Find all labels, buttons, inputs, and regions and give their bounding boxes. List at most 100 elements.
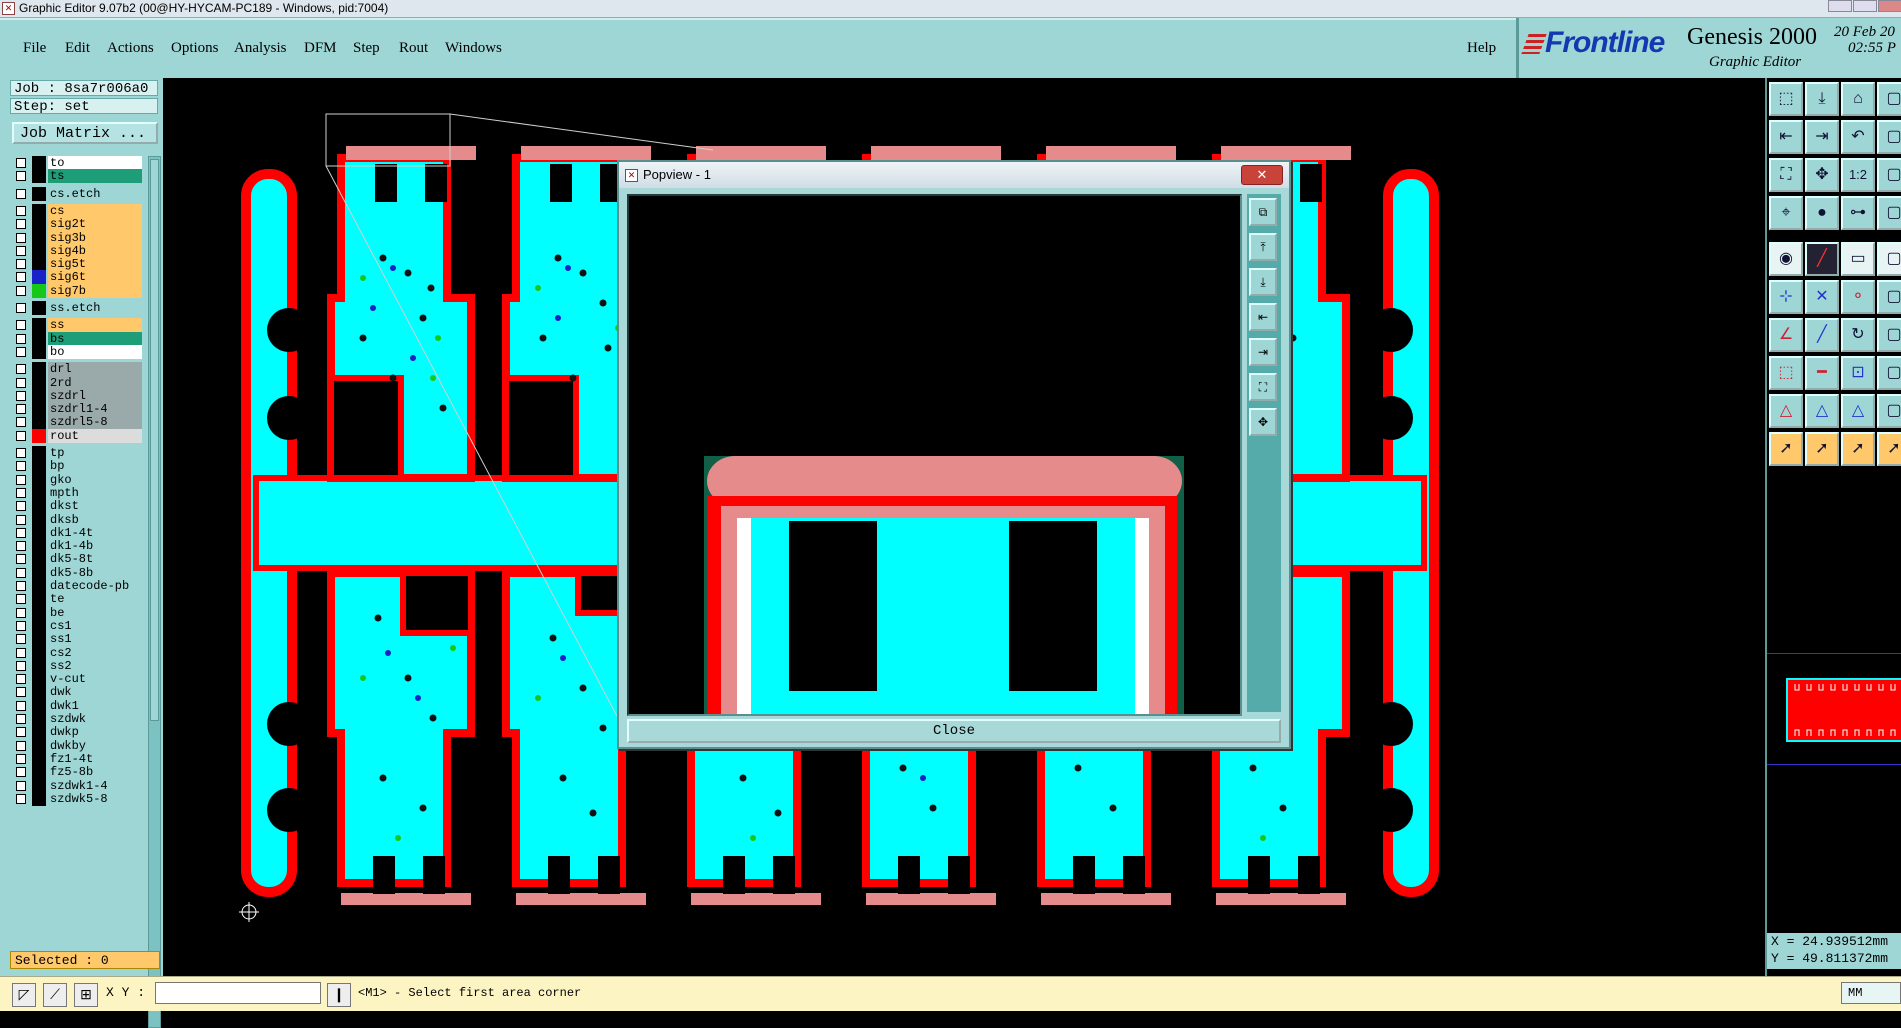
menu-windows[interactable]: Windows bbox=[445, 40, 502, 57]
layer-name[interactable]: bp bbox=[48, 459, 142, 474]
angle-icon[interactable]: ∠ bbox=[1769, 318, 1803, 352]
layer-name[interactable]: te bbox=[48, 592, 142, 607]
layer-checkbox[interactable] bbox=[16, 674, 26, 685]
layer-name[interactable]: dk1-4t bbox=[48, 525, 142, 540]
layer-color-swatch[interactable] bbox=[32, 362, 46, 377]
pointer-4-icon[interactable]: ➚ bbox=[1877, 432, 1901, 466]
layer-row[interactable]: dk1-4t bbox=[12, 525, 148, 540]
layer-name[interactable]: szdrl5-8 bbox=[48, 415, 142, 430]
layer-checkbox[interactable] bbox=[16, 333, 26, 344]
layer-name[interactable]: bo bbox=[48, 344, 142, 359]
layer-color-swatch[interactable] bbox=[32, 618, 46, 633]
line-icon[interactable]: ━ bbox=[1805, 356, 1839, 390]
layer-row[interactable]: gko bbox=[12, 472, 148, 487]
layer-name[interactable]: 2rd bbox=[48, 375, 142, 390]
layer-row[interactable]: ss bbox=[12, 318, 148, 333]
layer-checkbox[interactable] bbox=[16, 346, 26, 357]
center-icon[interactable]: ✥ bbox=[1805, 158, 1839, 192]
tool-more-5-icon[interactable]: ▢ bbox=[1877, 242, 1901, 276]
layer-color-swatch[interactable] bbox=[32, 632, 46, 647]
layer-name[interactable]: ss1 bbox=[48, 632, 142, 647]
diagonal-icon[interactable]: ╱ bbox=[1805, 318, 1839, 352]
layer-color-swatch[interactable] bbox=[32, 712, 46, 726]
tool-more-7-icon[interactable]: ▢ bbox=[1877, 318, 1901, 352]
layer-name[interactable]: to bbox=[48, 156, 142, 170]
layer-checkbox[interactable] bbox=[16, 793, 26, 804]
layer-checkbox[interactable] bbox=[16, 714, 26, 724]
layer-checkbox[interactable] bbox=[16, 285, 26, 296]
layer-row[interactable]: dwk bbox=[12, 685, 148, 700]
layer-color-swatch[interactable] bbox=[32, 512, 46, 527]
layer-checkbox[interactable] bbox=[16, 417, 26, 428]
layer-row[interactable]: ss1 bbox=[12, 632, 148, 647]
layer-row[interactable]: dk5-8b bbox=[12, 565, 148, 580]
layer-checkbox[interactable] bbox=[16, 634, 26, 645]
layer-row[interactable]: cs2 bbox=[12, 645, 148, 660]
scrollbar-thumb[interactable] bbox=[150, 159, 159, 721]
tool-more-9-icon[interactable]: ▢ bbox=[1877, 394, 1901, 428]
layer-row[interactable]: szdwk1-4 bbox=[12, 778, 148, 793]
menu-actions[interactable]: Actions bbox=[107, 40, 154, 57]
layer-row[interactable]: ts bbox=[12, 169, 148, 184]
triangle-2-icon[interactable]: △ bbox=[1805, 394, 1839, 428]
fit-screen-icon[interactable]: ⛶ bbox=[1769, 158, 1803, 192]
layer-name[interactable]: drl bbox=[48, 362, 142, 377]
layer-checkbox[interactable] bbox=[16, 753, 26, 764]
layer-checkbox[interactable] bbox=[16, 727, 26, 738]
layer-name[interactable]: dk5-8t bbox=[48, 552, 142, 567]
layer-color-swatch[interactable] bbox=[32, 217, 46, 232]
layer-color-swatch[interactable] bbox=[32, 257, 46, 272]
link-icon[interactable]: ⚬ bbox=[1841, 280, 1875, 314]
pointer-2-icon[interactable]: ➚ bbox=[1805, 432, 1839, 466]
layer-color-swatch[interactable] bbox=[32, 725, 46, 740]
layer-row[interactable]: bs bbox=[12, 331, 148, 346]
layer-row[interactable]: rout bbox=[12, 428, 148, 443]
popview-tool-pan-left-icon[interactable]: ⇤ bbox=[1249, 303, 1277, 331]
layer-checkbox[interactable] bbox=[16, 647, 26, 658]
layer-checkbox[interactable] bbox=[16, 404, 26, 415]
layer-name[interactable]: mpth bbox=[48, 485, 142, 500]
layer-color-swatch[interactable] bbox=[32, 552, 46, 567]
layer-row[interactable]: szdwk5-8 bbox=[12, 791, 148, 806]
tool-more-3-icon[interactable]: ▢ bbox=[1877, 158, 1901, 192]
layer-color-swatch[interactable] bbox=[32, 472, 46, 487]
layer-color-swatch[interactable] bbox=[32, 605, 46, 620]
layer-color-swatch[interactable] bbox=[32, 428, 46, 443]
layer-name[interactable]: fz1-4t bbox=[48, 751, 142, 766]
layer-name[interactable]: dwk bbox=[48, 685, 142, 700]
layer-checkbox[interactable] bbox=[16, 320, 26, 331]
layer-color-swatch[interactable] bbox=[32, 579, 46, 593]
layer-color-swatch[interactable] bbox=[32, 344, 46, 359]
layer-color-swatch[interactable] bbox=[32, 156, 46, 170]
line-mode-icon[interactable]: ⟋ bbox=[43, 983, 67, 1007]
layer-name[interactable]: sig3b bbox=[48, 230, 142, 245]
layer-name[interactable]: sig2t bbox=[48, 217, 142, 232]
layer-name[interactable]: sig4b bbox=[48, 243, 142, 258]
layer-name[interactable]: rout bbox=[48, 428, 142, 443]
pause-icon[interactable]: ❙ bbox=[327, 983, 351, 1007]
zoom-down-icon[interactable]: ⤓ bbox=[1805, 82, 1839, 116]
layer-checkbox[interactable] bbox=[16, 567, 26, 578]
minimize-button[interactable] bbox=[1828, 0, 1852, 12]
layer-checkbox[interactable] bbox=[16, 219, 26, 230]
popview-tool-fit-icon[interactable]: ⛶ bbox=[1249, 373, 1277, 401]
layer-name[interactable]: cs bbox=[48, 203, 142, 218]
layer-checkbox[interactable] bbox=[16, 487, 26, 498]
layer-name[interactable]: dwk1 bbox=[48, 698, 142, 713]
layer-name[interactable]: cs2 bbox=[48, 645, 142, 660]
layer-checkbox[interactable] bbox=[16, 780, 26, 791]
layer-name[interactable]: sig6t bbox=[48, 270, 142, 285]
layer-row[interactable]: dwkby bbox=[12, 738, 148, 753]
maximize-button[interactable] bbox=[1853, 0, 1877, 12]
layer-row[interactable]: dwk1 bbox=[12, 698, 148, 713]
layer-checkbox[interactable] bbox=[16, 272, 26, 283]
layer-color-swatch[interactable] bbox=[32, 283, 46, 298]
undo-view-icon[interactable]: ↶ bbox=[1841, 120, 1875, 154]
popview-close-x-button[interactable]: ✕ bbox=[1241, 165, 1283, 185]
layer-name[interactable]: be bbox=[48, 605, 142, 620]
layer-color-swatch[interactable] bbox=[32, 186, 46, 201]
layer-row[interactable]: cs1 bbox=[12, 618, 148, 633]
layer-checkbox[interactable] bbox=[16, 364, 26, 375]
layer-row[interactable]: to bbox=[12, 156, 148, 170]
menu-dfm[interactable]: DFM bbox=[304, 40, 337, 57]
